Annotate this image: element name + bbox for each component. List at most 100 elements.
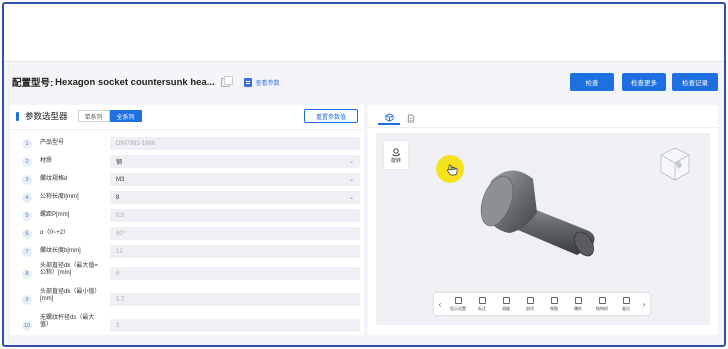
param-row: 7 螺纹长度b[mm] 12 (10, 245, 364, 259)
param-label: 头部直径dk（最小值）[mm] (40, 289, 101, 302)
row-number: 8 (22, 269, 32, 279)
param-row: 10 无螺纹杆径ds（最大值） 3 (10, 315, 364, 335)
param-value-field: 0.5 (110, 209, 360, 222)
toolbar-label: 显示设置 (450, 305, 466, 311)
chevron-right-icon[interactable]: › (638, 300, 650, 309)
rotate-label: 旋转 (390, 157, 401, 164)
document-icon (243, 77, 252, 87)
single-series-tab[interactable]: 单系列 (77, 110, 110, 122)
param-row: 5 螺距P[mm] 0.5 (10, 209, 364, 223)
view-cube-icon[interactable] (658, 145, 692, 185)
parameter-selector-panel: 参数选型器 单系列 全系列 重置参数值 1 产品型号 DIN7991-1986 … (10, 105, 364, 335)
tab-document[interactable] (400, 111, 422, 125)
series-switch: 单系列 全系列 (77, 110, 142, 122)
rotate-icon (392, 147, 401, 156)
chevron-down-icon: ⌄ (348, 195, 354, 201)
nominal-length-select[interactable]: 8 ⌄ (110, 191, 360, 204)
chevron-down-icon: ⌄ (348, 159, 354, 165)
chevron-down-icon: ⌄ (348, 177, 354, 183)
toolbar-label: 爆炸 (574, 305, 582, 311)
row-number: 6 (22, 229, 32, 239)
toolbar-label: 视图 (550, 305, 558, 311)
param-value: 12 (116, 248, 123, 255)
param-label: 螺距P[mm] (40, 212, 70, 218)
toolbar-label: 测量 (502, 305, 510, 311)
model-viewer-panel: 旋转 ‹ 显示设置 标注 测量 剖切 视图 爆炸 结构树 复位 › (368, 105, 718, 335)
row-number: 7 (22, 247, 32, 257)
param-row: 1 产品型号 DIN7991-1986 (10, 137, 364, 151)
main-content: 配置型号: Hexagon socket countersunk hea... … (4, 62, 724, 345)
toolbar-reset[interactable]: 复位 (614, 296, 638, 312)
config-model-name: Hexagon socket countersunk hea... (55, 76, 215, 88)
3d-viewport[interactable]: 旋转 ‹ 显示设置 标注 测量 剖切 视图 爆炸 结构树 复位 › (376, 133, 710, 325)
hand-cursor-icon (447, 164, 458, 176)
cube-icon (384, 112, 394, 122)
check-more-button[interactable]: 检查更多 (622, 73, 666, 91)
all-series-tab[interactable]: 全系列 (109, 110, 142, 122)
tab-3d-model[interactable] (378, 111, 400, 125)
param-value: 0.5 (116, 212, 125, 219)
param-value: DIN7991-1986 (116, 140, 156, 147)
param-value: 8 (116, 194, 120, 201)
param-value: 6 (116, 270, 120, 277)
param-row: 3 螺纹规格d M3 ⌄ (10, 173, 364, 187)
thread-spec-select[interactable]: M3 ⌄ (110, 173, 360, 186)
row-number: 5 (22, 211, 32, 221)
param-row: 2 材质 钢 ⌄ (10, 155, 364, 169)
param-value: 5.7 (116, 296, 125, 303)
display-settings-icon (454, 296, 462, 304)
toolbar-measure[interactable]: 测量 (494, 296, 518, 312)
structure-tree-icon (598, 296, 606, 304)
viewer-tabs (378, 111, 422, 125)
param-value-field: 90° (110, 227, 360, 240)
toolbar-annotate[interactable]: 标注 (470, 296, 494, 312)
copy-icon[interactable] (220, 75, 233, 87)
param-label: 螺纹规格d (40, 176, 68, 182)
param-label: 产品型号 (40, 140, 65, 146)
param-value: 90° (116, 230, 126, 237)
toolbar-view[interactable]: 视图 (542, 296, 566, 312)
param-row: 8 头部直径dk（最大值=公称）[mm] 6 (10, 263, 364, 285)
param-value-field: 3 (110, 319, 360, 332)
param-value: 3 (116, 322, 120, 329)
param-value-field: 6 (110, 267, 360, 280)
viewer-toolbar: ‹ 显示设置 标注 测量 剖切 视图 爆炸 结构树 复位 › (434, 293, 650, 315)
rotate-button[interactable]: 旋转 (384, 141, 408, 169)
view-icon (550, 296, 558, 304)
row-number: 4 (22, 193, 32, 203)
param-value-field: 12 (110, 245, 360, 258)
explode-icon (574, 296, 582, 304)
param-value: 钢 (116, 160, 123, 166)
param-row: 6 α（0~+2） 90° (10, 227, 364, 241)
check-records-button[interactable]: 检查记录 (672, 73, 718, 91)
row-number: 10 (22, 321, 32, 331)
row-number: 3 (22, 175, 32, 185)
param-value-field: 5.7 (110, 293, 360, 306)
check-button[interactable]: 检查 (570, 73, 614, 91)
chevron-left-icon[interactable]: ‹ (434, 300, 446, 309)
param-label: α（0~+2） (40, 230, 70, 236)
app-window: 配置型号: Hexagon socket countersunk hea... … (2, 2, 726, 347)
config-label: 配置型号: (12, 78, 54, 89)
toolbar-explode[interactable]: 爆炸 (566, 296, 590, 312)
measure-icon (502, 296, 510, 304)
param-value-field: DIN7991-1986 (110, 137, 360, 150)
row-number: 1 (22, 139, 32, 149)
param-row: 4 公称长度l[mm] 8 ⌄ (10, 191, 364, 205)
config-row: 配置型号: Hexagon socket countersunk hea... … (12, 72, 280, 92)
param-label: 材质 (40, 158, 53, 164)
param-label: 头部直径dk（最大值=公称）[mm] (40, 263, 98, 276)
toolbar-structure-tree[interactable]: 结构树 (590, 296, 614, 312)
param-label: 公称长度l[mm] (40, 194, 79, 200)
view-params-link[interactable]: 查看参数 (243, 77, 280, 87)
material-select[interactable]: 钢 ⌄ (110, 155, 360, 168)
section-icon (526, 296, 534, 304)
toolbar-section[interactable]: 剖切 (518, 296, 542, 312)
reset-params-button[interactable]: 重置参数值 (304, 109, 358, 123)
toolbar-label: 剖切 (526, 305, 534, 311)
toolbar-display-settings[interactable]: 显示设置 (446, 296, 470, 312)
divider (10, 129, 364, 130)
param-value: M3 (116, 176, 125, 183)
reset-icon (622, 296, 630, 304)
divider (368, 127, 718, 128)
